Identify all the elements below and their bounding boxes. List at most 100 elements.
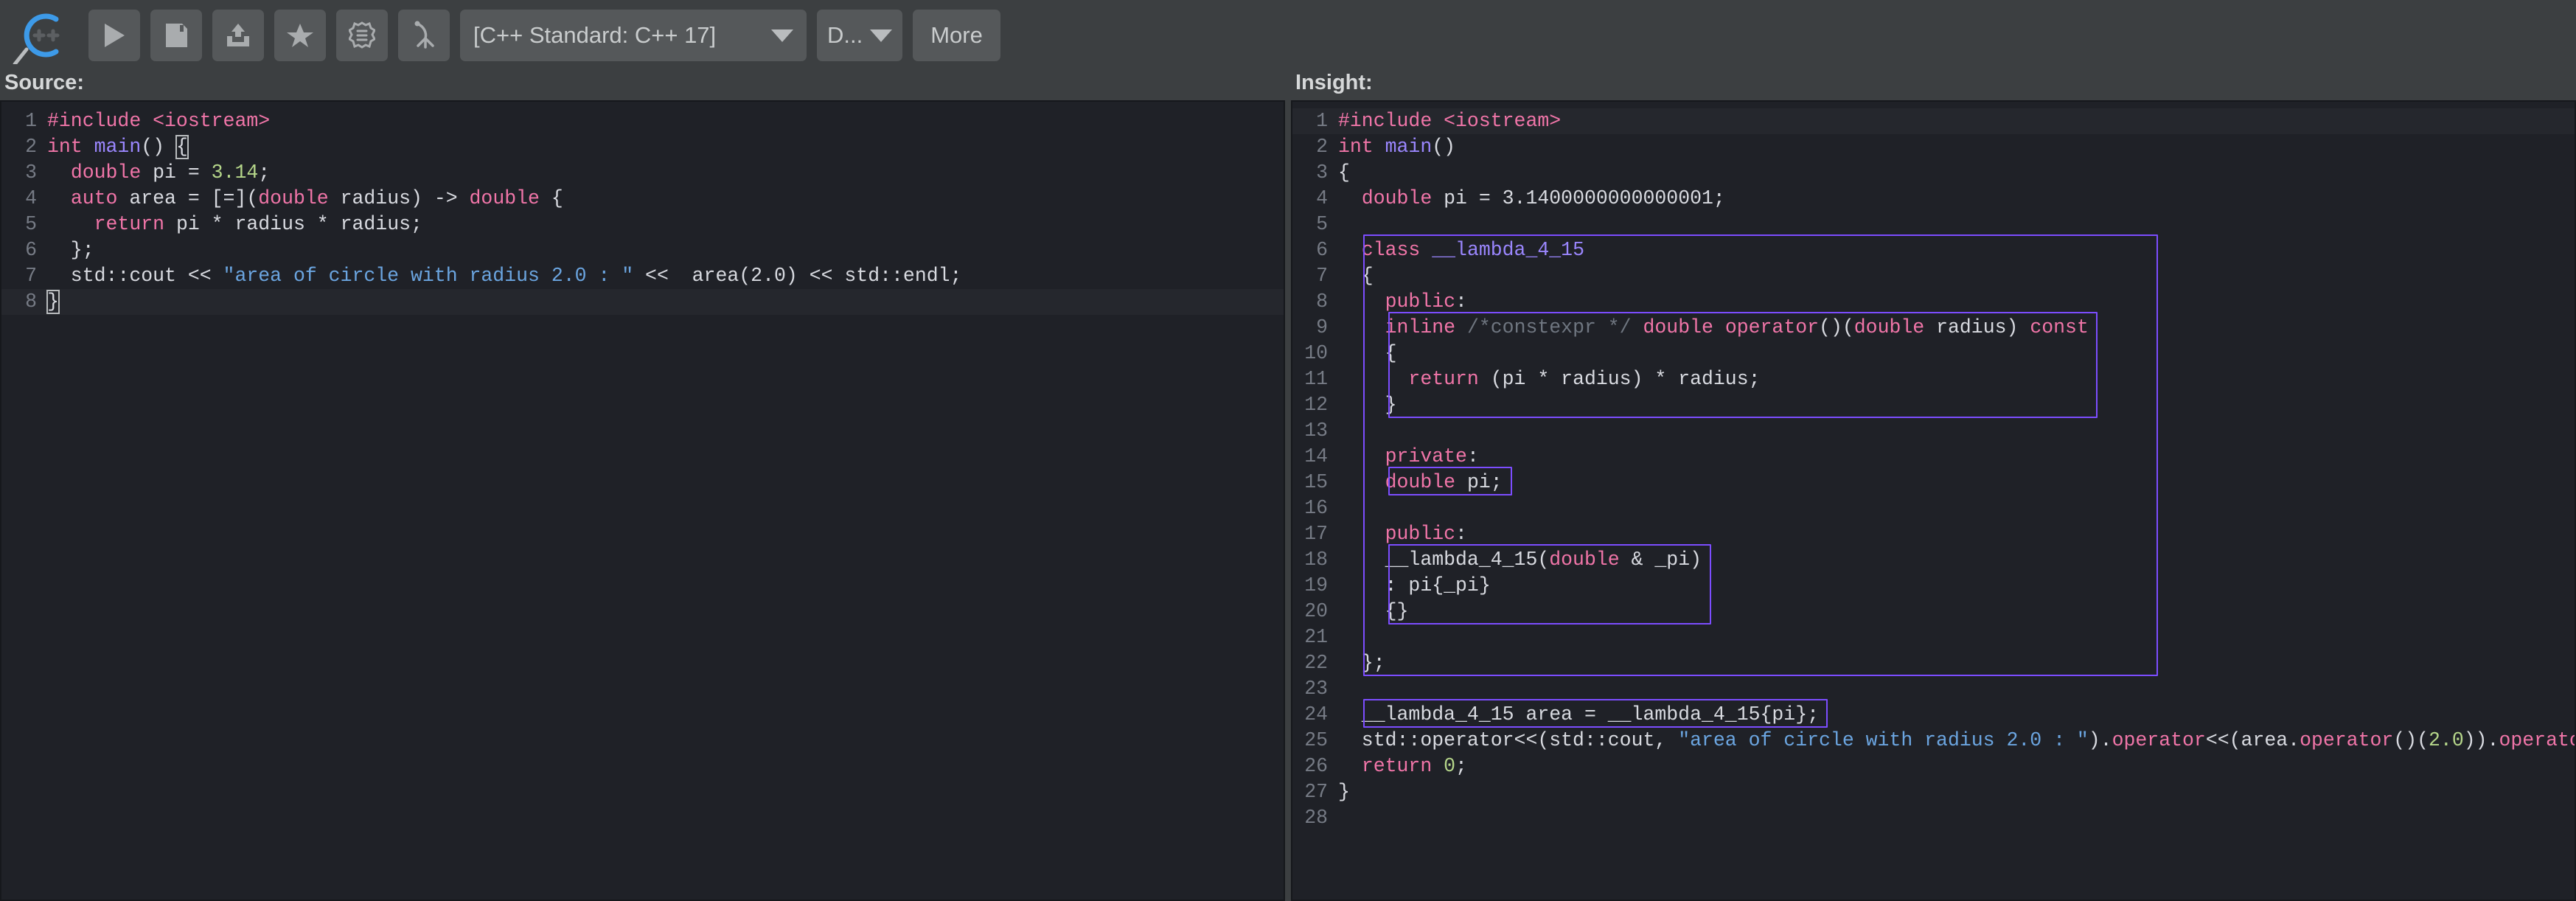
code-line[interactable]: 27} xyxy=(1292,779,2575,805)
code-line[interactable]: 23 xyxy=(1292,676,2575,702)
code-line[interactable]: 24 __lambda_4_15 area = __lambda_4_15{pi… xyxy=(1292,702,2575,728)
code-line[interactable]: 6 class __lambda_4_15 xyxy=(1292,237,2575,263)
line-number: 9 xyxy=(1292,315,1338,341)
code-line[interactable]: 1#include <iostream> xyxy=(1,108,1284,134)
code-line[interactable]: 12 } xyxy=(1292,392,2575,418)
line-number: 19 xyxy=(1292,573,1338,599)
favorite-button[interactable] xyxy=(274,10,326,61)
code-token: #include <iostream> xyxy=(1338,110,1561,132)
code-line[interactable]: 2int main() { xyxy=(1,134,1284,160)
code-line[interactable]: 14 private: xyxy=(1292,444,2575,470)
code-line[interactable]: 18 __lambda_4_15(double & _pi) xyxy=(1292,547,2575,573)
source-editor[interactable]: 1#include <iostream>2int main() {3 doubl… xyxy=(0,100,1285,901)
config-button[interactable] xyxy=(336,10,388,61)
code-text: return (pi * radius) * radius; xyxy=(1338,366,1761,392)
code-token: ; xyxy=(258,161,270,184)
code-text: double pi = 3.14; xyxy=(47,160,270,186)
code-line[interactable]: 5 return pi * radius * radius; xyxy=(1,212,1284,237)
code-token: class xyxy=(1362,239,1432,261)
code-line[interactable]: 19 : pi{_pi} xyxy=(1292,573,2575,599)
insight-pane-label: Insight: xyxy=(1291,71,2576,100)
code-line[interactable]: 3 double pi = 3.14; xyxy=(1,160,1284,186)
code-token: return xyxy=(1408,368,1490,390)
code-token xyxy=(47,213,94,235)
line-number: 2 xyxy=(1,134,47,160)
code-token: private xyxy=(1385,445,1467,467)
code-token: () xyxy=(141,136,176,158)
options-dropdown[interactable]: D... xyxy=(817,10,902,61)
code-line[interactable]: 10 { xyxy=(1292,341,2575,366)
code-line[interactable]: 17 public: xyxy=(1292,521,2575,547)
line-number: 20 xyxy=(1292,599,1338,625)
code-line[interactable]: 28 xyxy=(1292,805,2575,831)
code-line[interactable]: 15 double pi; xyxy=(1292,470,2575,495)
code-line[interactable]: 7 std::cout << "area of circle with radi… xyxy=(1,263,1284,289)
code-line[interactable]: 13 xyxy=(1292,418,2575,444)
code-line[interactable]: 21 xyxy=(1292,625,2575,650)
code-token: () xyxy=(1432,136,1455,158)
line-number: 6 xyxy=(1,237,47,263)
line-number: 16 xyxy=(1292,495,1338,521)
code-token: "area of circle with radius 2.0 : " xyxy=(223,265,634,287)
code-line[interactable]: 6 }; xyxy=(1,237,1284,263)
code-text: } xyxy=(1338,392,1397,418)
floppy-disk-icon xyxy=(164,22,189,49)
code-token xyxy=(1338,755,1362,777)
code-token: double operator xyxy=(1643,316,1820,338)
code-line[interactable]: 2int main() xyxy=(1292,134,2575,160)
code-line[interactable]: 22 }; xyxy=(1292,650,2575,676)
more-button[interactable]: More xyxy=(913,10,1000,61)
code-token: std::cout << xyxy=(47,265,223,287)
code-line[interactable]: 1#include <iostream> xyxy=(1292,108,2575,134)
code-token: public xyxy=(1385,523,1455,545)
line-number: 5 xyxy=(1,212,47,237)
cpp-standard-select[interactable]: [C++ Standard: C++ 17] xyxy=(460,10,807,61)
share-button[interactable] xyxy=(212,10,264,61)
brace-match-highlight: { xyxy=(176,136,188,159)
line-number: 18 xyxy=(1292,547,1338,573)
code-line[interactable]: 8} xyxy=(1,289,1284,315)
code-token: return xyxy=(94,213,176,235)
code-line[interactable]: 16 xyxy=(1292,495,2575,521)
code-token: { xyxy=(1338,161,1350,184)
pin-button[interactable] xyxy=(398,10,450,61)
code-line[interactable]: 3{ xyxy=(1292,160,2575,186)
line-number: 22 xyxy=(1292,650,1338,676)
code-token: { xyxy=(1338,342,1397,364)
code-line[interactable]: 11 return (pi * radius) * radius; xyxy=(1292,366,2575,392)
line-number: 14 xyxy=(1292,444,1338,470)
line-number: 23 xyxy=(1292,676,1338,702)
line-number: 4 xyxy=(1,186,47,212)
code-line[interactable]: 4 auto area = [=](double radius) -> doub… xyxy=(1,186,1284,212)
code-line[interactable]: 7 { xyxy=(1292,263,2575,289)
editor-panes: Source: 1#include <iostream>2int main() … xyxy=(0,71,2576,901)
run-button[interactable] xyxy=(88,10,140,61)
chevron-down-icon xyxy=(771,29,793,42)
main-toolbar: [C++ Standard: C++ 17] D... More xyxy=(0,0,2576,71)
code-text: : pi{_pi} xyxy=(1338,573,1491,599)
save-button[interactable] xyxy=(150,10,202,61)
code-text: }; xyxy=(1338,650,1385,676)
code-line[interactable]: 5 xyxy=(1292,212,2575,237)
chevron-down-icon xyxy=(870,29,892,42)
code-token xyxy=(1338,445,1385,467)
code-line[interactable]: 20 {} xyxy=(1292,599,2575,625)
code-line[interactable]: 26 return 0; xyxy=(1292,754,2575,779)
code-line[interactable]: 8 public: xyxy=(1292,289,2575,315)
upload-tray-icon xyxy=(225,22,251,49)
code-token: } xyxy=(1338,394,1397,416)
code-text: public: xyxy=(1338,289,1467,315)
code-text: int main() { xyxy=(47,134,188,160)
code-token: operator xyxy=(2499,729,2576,751)
code-line[interactable]: 4 double pi = 3.1400000000000001; xyxy=(1292,186,2575,212)
code-line[interactable]: 25 std::operator<<(std::cout, "area of c… xyxy=(1292,728,2575,754)
code-text: auto area = [=](double radius) -> double… xyxy=(47,186,563,212)
line-number: 8 xyxy=(1292,289,1338,315)
code-line[interactable]: 9 inline /*constexpr */ double operator(… xyxy=(1292,315,2575,341)
code-token: const xyxy=(2030,316,2089,338)
code-text: } xyxy=(47,289,59,315)
insight-editor[interactable]: 1#include <iostream>2int main()3{4 doubl… xyxy=(1291,100,2576,901)
code-token: <<(area. xyxy=(2206,729,2300,751)
pane-divider[interactable] xyxy=(1285,71,1291,901)
code-token: std::operator<<(std::cout, xyxy=(1338,729,1678,751)
